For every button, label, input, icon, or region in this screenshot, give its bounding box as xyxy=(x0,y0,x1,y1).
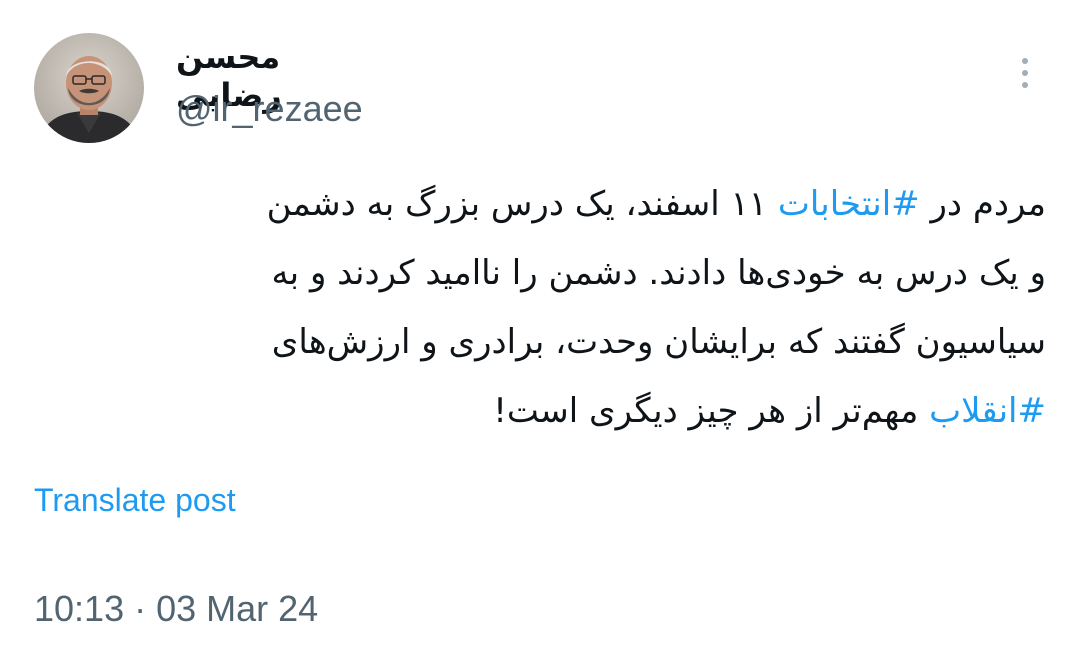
translate-post-link[interactable]: Translate post xyxy=(34,482,236,519)
author-avatar[interactable] xyxy=(34,33,144,143)
hashtag-link-enghelab[interactable]: #انقلاب xyxy=(929,391,1046,431)
profile-photo-icon xyxy=(34,33,144,143)
more-vertical-icon[interactable] xyxy=(1010,58,1040,94)
post-line: سیاسیون گفتند که برایشان وحدت، برادری و … xyxy=(271,322,1046,362)
author-handle[interactable]: @ir_rezaee xyxy=(176,88,363,130)
post-timestamp[interactable]: 10:13 · 03 Mar 24 xyxy=(34,588,318,630)
post-text-segment: ۱۱ اسفند، یک درس بزرگ به دشمن xyxy=(266,184,778,224)
tweet-card: محسن رضایی @ir_rezaee مردم در #انتخابات … xyxy=(0,0,1080,647)
post-text: مردم در #انتخابات ۱۱ اسفند، یک درس بزرگ … xyxy=(30,170,1046,446)
hashtag-link-entekhabat[interactable]: #انتخابات xyxy=(778,184,920,224)
post-text-segment: مهم‌تر از هر چیز دیگری است! xyxy=(493,391,930,431)
post-text-segment: مردم در xyxy=(919,184,1046,224)
post-line: #انقلاب مهم‌تر از هر چیز دیگری است! xyxy=(30,377,1046,446)
post-line: و یک درس به خودی‌ها دادند. دشمن را ناامی… xyxy=(271,253,1046,293)
post-line: مردم در #انتخابات ۱۱ اسفند، یک درس بزرگ … xyxy=(30,170,1046,239)
